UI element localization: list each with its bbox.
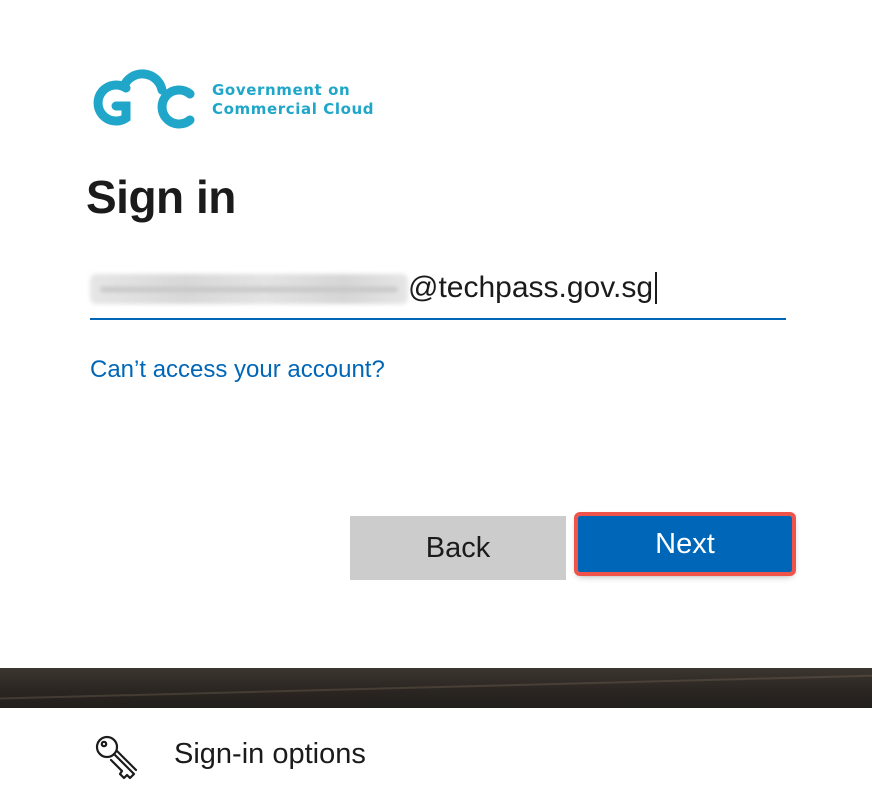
logo-text-line2: Commercial Cloud (212, 100, 375, 118)
logo-text: Government on Commercial Cloud (212, 81, 374, 119)
background-strip (0, 668, 872, 708)
sign-in-card: Government on Commercial Cloud Sign in @… (0, 0, 872, 668)
text-caret (655, 272, 658, 304)
sign-in-page: Government on Commercial Cloud Sign in @… (0, 0, 872, 796)
blurred-username (90, 274, 408, 304)
gcc-logo-icon (93, 69, 195, 129)
sign-in-options-label: Sign-in options (174, 738, 366, 770)
email-domain: @techpass.gov.sg (408, 271, 654, 304)
logo-text-line1: Government on (212, 81, 351, 99)
email-field[interactable]: @techpass.gov.sg (90, 258, 786, 320)
back-button[interactable]: Back (350, 516, 566, 580)
gcc-logo: Government on Commercial Cloud (90, 64, 380, 136)
page-title: Sign in (86, 171, 236, 223)
next-button[interactable]: Next (574, 512, 796, 576)
key-icon (95, 735, 138, 780)
cant-access-account-link[interactable]: Can’t access your account? (90, 356, 385, 384)
